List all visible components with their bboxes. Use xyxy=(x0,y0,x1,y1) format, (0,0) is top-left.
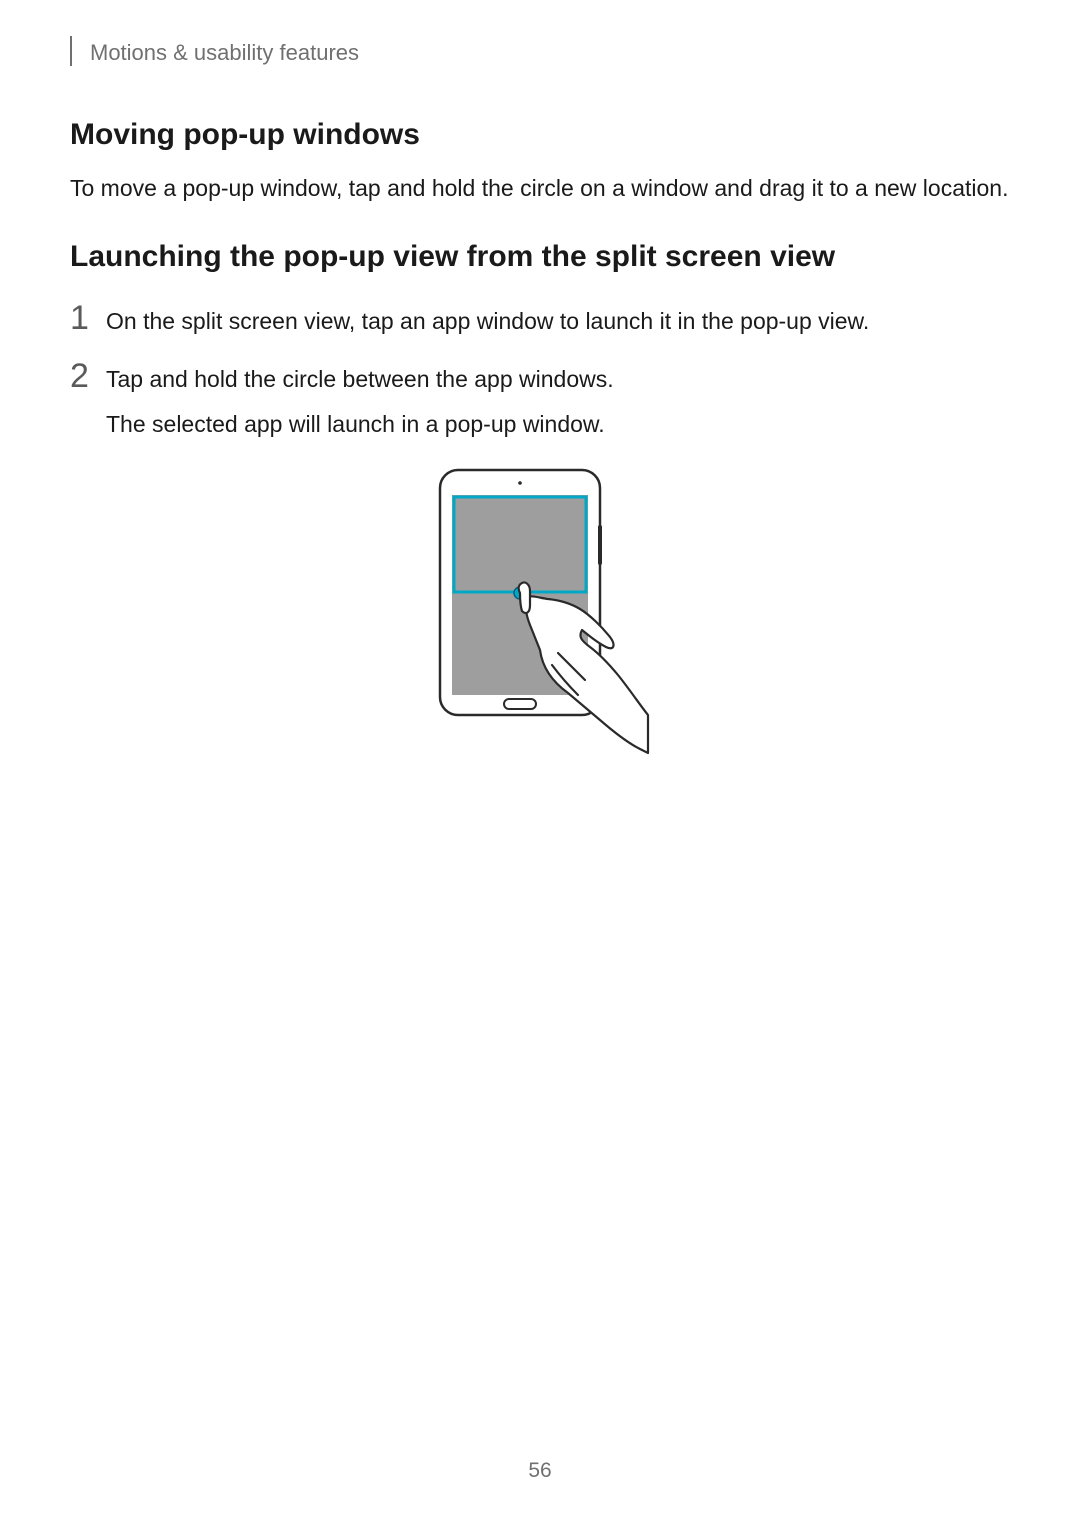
page-number: 56 xyxy=(0,1459,1080,1483)
top-app-window xyxy=(454,497,586,592)
moving-popup-body: To move a pop-up window, tap and hold th… xyxy=(70,172,1010,204)
tablet-camera xyxy=(518,481,522,485)
tablet-side-button xyxy=(598,525,602,565)
step-1: 1 On the split screen view, tap an app w… xyxy=(70,304,1010,340)
breadcrumb: Motions & usability features xyxy=(90,40,359,66)
step-2-text: Tap and hold the circle between the app … xyxy=(106,362,614,443)
home-button-icon xyxy=(504,699,536,709)
step-1-text: On the split screen view, tap an app win… xyxy=(106,304,869,340)
section-heading-launching-popup: Launching the pop-up view from the split… xyxy=(70,240,1010,274)
step-number-1: 1 xyxy=(70,301,106,335)
step-number-2: 2 xyxy=(70,359,106,393)
illustration-container xyxy=(70,465,1010,775)
page-content: Motions & usability features Moving pop-… xyxy=(0,0,1080,775)
section-heading-moving-popup: Moving pop-up windows xyxy=(70,118,1010,152)
page-header: Motions & usability features xyxy=(70,38,1010,68)
step-2: 2 Tap and hold the circle between the ap… xyxy=(70,362,1010,443)
header-divider xyxy=(70,36,72,66)
step-2-line-2: The selected app will launch in a pop-up… xyxy=(106,407,614,443)
tablet-illustration xyxy=(430,465,650,775)
tablet-svg xyxy=(430,465,650,775)
step-2-line-1: Tap and hold the circle between the app … xyxy=(106,362,614,398)
